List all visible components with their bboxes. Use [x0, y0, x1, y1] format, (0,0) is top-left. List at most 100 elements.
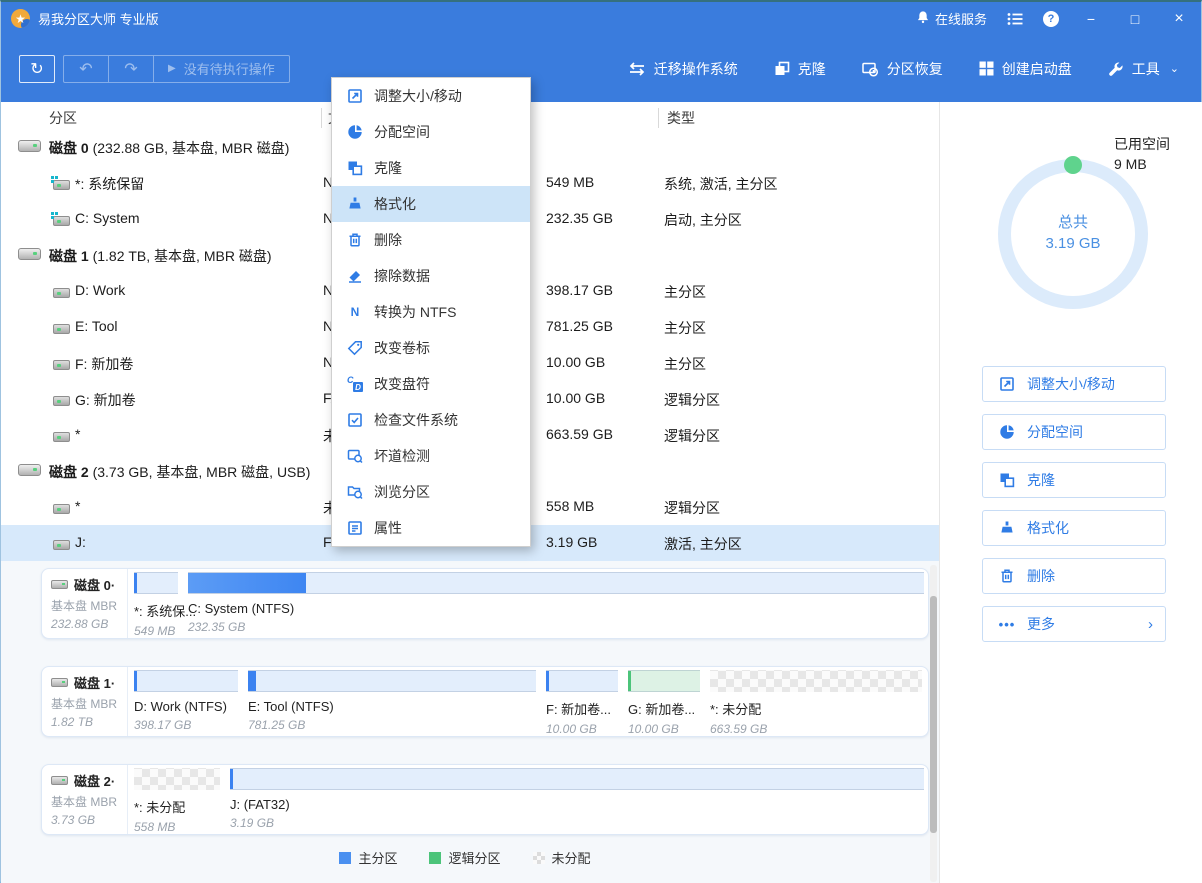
menu-item-clone[interactable]: 克隆	[332, 150, 530, 186]
partition-block-unallocated-disk2[interactable]: *: 未分配 558 MB	[134, 768, 220, 834]
change-letter-icon: CD	[347, 376, 363, 392]
partition-recovery-button[interactable]: 分区恢复	[862, 59, 943, 79]
minimize-button[interactable]: −	[1069, 2, 1113, 35]
menu-item-format[interactable]: 格式化	[332, 186, 530, 222]
partition-bar	[188, 572, 924, 594]
refresh-button[interactable]: ↻	[19, 55, 55, 83]
disk-size: 1.82 TB	[51, 715, 127, 729]
partition-block-c-system[interactable]: C: System (NTFS) 232.35 GB	[188, 572, 924, 638]
partition-icon	[53, 360, 70, 370]
disk2-card: 磁盘 2· 基本盘 MBR 3.73 GB *: 未分配 558 MB J: (…	[41, 764, 929, 835]
partition-block-unallocated-disk1[interactable]: *: 未分配 663.59 GB	[710, 670, 922, 736]
migrate-os-button[interactable]: 迁移操作系统	[628, 59, 738, 79]
redo-icon: ↷	[124, 59, 137, 79]
disk-name: 磁盘 1	[49, 248, 89, 264]
partition-block-f-volume[interactable]: F: 新加卷... 10.00 GB	[546, 670, 618, 736]
disk-icon	[51, 678, 68, 687]
partition-bar	[134, 572, 178, 594]
clone-partition-button[interactable]: 克隆	[982, 462, 1166, 498]
menu-item-delete[interactable]: 删除	[332, 222, 530, 258]
close-button[interactable]: ×	[1157, 2, 1201, 35]
bootable-media-label: 创建启动盘	[1002, 59, 1072, 79]
menu-list-icon[interactable]	[997, 2, 1033, 35]
menu-item-allocate-space[interactable]: 分配空间	[332, 114, 530, 150]
migrate-os-label: 迁移操作系统	[654, 59, 738, 79]
disk-name: 磁盘 0·	[74, 575, 115, 594]
wrench-icon	[1108, 61, 1124, 77]
clone-button[interactable]: 克隆	[774, 59, 826, 79]
menu-item-explore-partition[interactable]: 浏览分区	[332, 474, 530, 510]
partition-icon	[53, 288, 70, 298]
delete-button[interactable]: 删除	[982, 558, 1166, 594]
resize-move-icon	[999, 376, 1015, 392]
disk-size: 232.88 GB	[51, 617, 127, 631]
right-panel: 已用空间 9 MB 总共 3.19 GB 调整大小/移动 分配空间 克隆 格式化…	[939, 102, 1202, 883]
title-bar: ★ 易我分区大师 专业版 在线服务 ? − □ ×	[1, 2, 1201, 35]
allocate-space-icon	[999, 424, 1015, 440]
menu-item-properties[interactable]: 属性	[332, 510, 530, 546]
disk-info: (232.88 GB, 基本盘, MBR 磁盘)	[93, 140, 290, 156]
header-partition: 分区	[49, 108, 77, 128]
app-logo-icon: ★	[11, 9, 30, 28]
menu-item-change-label[interactable]: 改变卷标	[332, 330, 530, 366]
menu-item-convert-ntfs[interactable]: N 转换为 NTFS	[332, 294, 530, 330]
online-service-button[interactable]: 在线服务	[906, 2, 997, 35]
undo-icon: ↶	[79, 59, 92, 79]
header-type: 类型	[658, 108, 695, 128]
resize-move-icon	[347, 88, 363, 104]
bootable-media-button[interactable]: 创建启动盘	[979, 59, 1072, 79]
disk-sub: 基本盘 MBR	[51, 597, 127, 614]
partition-label: *	[75, 498, 80, 514]
partition-block-d-work[interactable]: D: Work (NTFS) 398.17 GB	[134, 670, 238, 736]
disk-sub: 基本盘 MBR	[51, 695, 127, 712]
menu-item-check-filesystem[interactable]: 检查文件系统	[332, 402, 530, 438]
used-space-marker	[1064, 156, 1082, 174]
menu-item-label: 浏览分区	[374, 482, 430, 502]
capacity-value: 549 MB	[546, 174, 594, 190]
partition-block-system-reserved[interactable]: *: 系统保... 549 MB	[134, 572, 178, 638]
disk-icon	[18, 464, 41, 476]
maximize-button[interactable]: □	[1113, 2, 1157, 35]
scrollbar-thumb[interactable]	[930, 596, 937, 833]
partition-block-e-tool[interactable]: E: Tool (NTFS) 781.25 GB	[248, 670, 536, 736]
check-filesystem-icon	[347, 412, 363, 428]
allocate-space-button[interactable]: 分配空间	[982, 414, 1166, 450]
execute-button[interactable]: ▶ 没有待执行操作	[154, 59, 289, 78]
legend-label: 主分区	[358, 848, 397, 867]
format-icon	[999, 520, 1015, 536]
disk-sub: 基本盘 MBR	[51, 793, 127, 810]
more-button[interactable]: ••• 更多 ›	[982, 606, 1166, 642]
partition-label: G: 新加卷	[75, 390, 136, 410]
menu-item-bad-sector-test[interactable]: 坏道检测	[332, 438, 530, 474]
partition-label: *: 系统保留	[75, 174, 144, 194]
capacity-value: 398.17 GB	[546, 282, 613, 298]
bootable-media-icon	[979, 61, 994, 76]
tools-button[interactable]: 工具 ⌄	[1108, 59, 1179, 79]
resize-move-button[interactable]: 调整大小/移动	[982, 366, 1166, 402]
disk-info: (1.82 TB, 基本盘, MBR 磁盘)	[93, 248, 272, 264]
menu-item-label: 删除	[374, 230, 402, 250]
menu-item-label: 调整大小/移动	[374, 86, 462, 106]
menu-item-wipe-data[interactable]: 擦除数据	[332, 258, 530, 294]
disk-name: 磁盘 1·	[74, 673, 115, 692]
disk-icon	[51, 776, 68, 785]
redo-button[interactable]: ↷	[109, 56, 154, 82]
format-icon	[347, 196, 363, 212]
help-button[interactable]: ?	[1033, 2, 1069, 35]
app-window: ★ 易我分区大师 专业版 在线服务 ? − □ × ↻ ↶ ↷ ▶ 没有待执	[0, 0, 1202, 883]
undo-button[interactable]: ↶	[64, 56, 109, 82]
partition-block-g-volume[interactable]: G: 新加卷... 10.00 GB	[628, 670, 700, 736]
type-value: 逻辑分区	[664, 426, 720, 446]
vertical-scrollbar[interactable]	[930, 565, 937, 882]
resize-move-label: 调整大小/移动	[1027, 374, 1115, 394]
disk-name: 磁盘 2·	[74, 771, 115, 790]
trash-icon	[347, 232, 363, 248]
menu-item-change-letter[interactable]: CD 改变盘符	[332, 366, 530, 402]
more-dots-icon: •••	[999, 616, 1015, 632]
type-value: 主分区	[664, 318, 706, 338]
menu-item-resize-move[interactable]: 调整大小/移动	[332, 78, 530, 114]
format-button[interactable]: 格式化	[982, 510, 1166, 546]
partition-block-j-fat32[interactable]: J: (FAT32) 3.19 GB	[230, 768, 924, 834]
partition-label: C: System	[75, 210, 140, 226]
type-value: 系统, 激活, 主分区	[664, 174, 778, 194]
